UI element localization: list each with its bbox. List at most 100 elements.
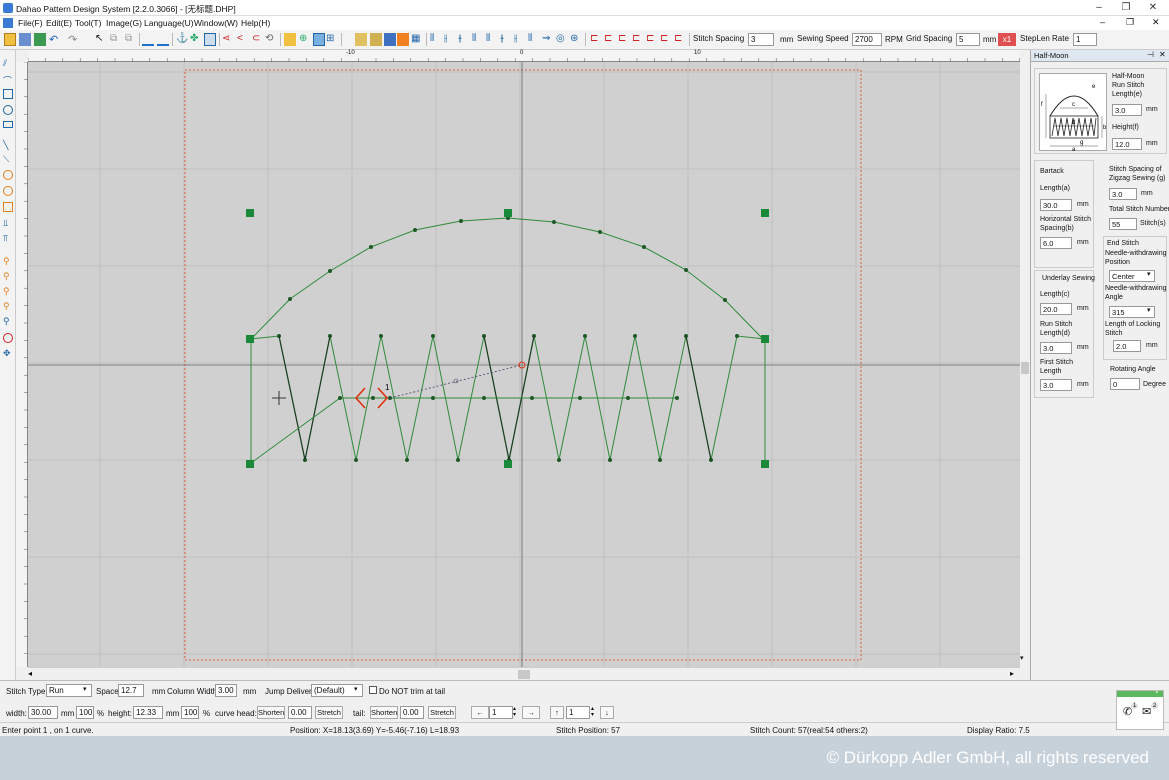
canvas-drawing[interactable]: 1 [28, 62, 1020, 667]
zoom-badge[interactable]: x1 [998, 33, 1016, 46]
panel-pin-icon[interactable]: ⊣ [1147, 50, 1154, 59]
circle-tool-icon[interactable] [3, 105, 13, 115]
zigzag-tool-icon[interactable]: ⟍ [3, 154, 13, 164]
save-icon[interactable] [19, 33, 31, 46]
height-input[interactable]: 12.33 [133, 706, 163, 719]
run-d-input[interactable]: 3.0 [1040, 342, 1072, 354]
cut-d-icon[interactable]: ⊏ [632, 33, 644, 46]
height-pct-input[interactable]: 100 [181, 706, 199, 719]
menu-file[interactable]: File(F) [18, 18, 43, 28]
cut-b-icon[interactable]: ⊏ [604, 33, 616, 46]
dropdown-arrow-icon[interactable]: ▾ [83, 685, 87, 693]
move-icon[interactable]: ✥ [3, 348, 13, 358]
horizontal-scrollbar[interactable]: ◂ ▸ [28, 667, 1020, 680]
square-tool-icon[interactable] [3, 89, 13, 99]
restore-icon[interactable]: ❐ [1113, 1, 1139, 15]
orange-rect-icon[interactable] [3, 202, 13, 212]
stitch-spacing-input[interactable]: 3 [748, 33, 774, 46]
total-stitch-input[interactable]: 55 [1109, 218, 1137, 230]
redo-icon[interactable]: ↷ [68, 33, 80, 46]
tool-h-icon[interactable] [397, 33, 409, 46]
grid-spacing-input[interactable]: 5 [956, 33, 980, 46]
cut-e-icon[interactable]: ⊏ [646, 33, 658, 46]
node-edit-icon[interactable]: ✤ [190, 33, 202, 46]
line-tool-icon[interactable] [142, 33, 154, 46]
target-icon[interactable]: ◎ [556, 33, 568, 46]
length-a-input[interactable]: 30.0 [1040, 199, 1072, 211]
hspacing-input[interactable]: 6.0 [1040, 237, 1072, 249]
cut-g-icon[interactable]: ⊏ [674, 33, 686, 46]
tool-g-icon[interactable] [384, 33, 396, 46]
rotate-icon[interactable]: ⟲ [265, 33, 277, 46]
orange-circle-2-icon[interactable] [3, 186, 13, 196]
pin-a-icon[interactable]: ⚲ [3, 256, 13, 266]
stitch-a-icon[interactable] [284, 33, 296, 46]
mdi-minimize-icon[interactable]: – [1100, 17, 1105, 27]
stitch-c-icon[interactable] [313, 33, 325, 46]
target-red-icon[interactable] [3, 333, 13, 343]
dropdown-arrow-icon[interactable]: ▾ [1147, 270, 1151, 278]
pin-e-icon[interactable]: ⚲ [3, 316, 13, 326]
curve-red-icon[interactable]: ⊂ [252, 33, 264, 46]
mail-icon[interactable]: ✉ [1142, 705, 1151, 718]
pin-d-icon[interactable]: ⚲ [3, 301, 13, 311]
zigzag-input[interactable]: 3.0 [1109, 188, 1137, 200]
hline-tool-icon[interactable] [157, 33, 169, 46]
cut-a-icon[interactable]: ⊏ [590, 33, 602, 46]
select-icon[interactable]: ↖ [95, 33, 107, 46]
back-red-icon[interactable]: < [237, 33, 249, 46]
head-stretch-button[interactable]: Stretch [315, 706, 343, 719]
tool-f-icon[interactable] [370, 33, 382, 46]
vscroll-thumb[interactable] [1021, 362, 1029, 374]
run-stitch-length-input[interactable]: 3.0 [1112, 104, 1142, 116]
panel-close-icon[interactable]: ✕ [1159, 50, 1166, 59]
steplen-input[interactable]: 1 [1073, 33, 1097, 46]
bars-icon[interactable]: ⫪ [3, 233, 13, 243]
grid-icon[interactable] [204, 33, 216, 46]
paste-icon[interactable]: ⧉ [125, 33, 137, 46]
stitch-d-icon[interactable]: ⊞ [326, 33, 338, 46]
tool-e-icon[interactable] [355, 33, 367, 46]
width-input[interactable]: 30.00 [28, 706, 58, 719]
close-icon[interactable]: ✕ [1140, 1, 1166, 15]
line-diag-icon[interactable]: ╲ [3, 140, 13, 150]
nav-right-button[interactable]: → [522, 706, 540, 719]
hscroll-thumb[interactable] [518, 670, 530, 679]
menu-image[interactable]: Image(G) [106, 18, 142, 28]
menu-edit[interactable]: Edit(E) [46, 18, 72, 28]
tool-i-icon[interactable]: ▦ [411, 33, 423, 46]
tail-value-input[interactable]: 0.00 [400, 706, 424, 719]
open-icon[interactable] [4, 33, 16, 46]
copy-icon[interactable]: ⧉ [110, 33, 122, 46]
menu-tool[interactable]: Tool(T) [75, 18, 101, 28]
align-a-icon[interactable]: ⫴ [430, 33, 442, 46]
column-width-input[interactable]: 3.00 [215, 684, 237, 697]
save-as-icon[interactable] [34, 33, 46, 46]
tail-shorten-button[interactable]: Shorten [370, 706, 398, 719]
scroll-down-icon[interactable]: ▾ [1020, 654, 1024, 662]
align-g-icon[interactable]: ⫲ [514, 33, 526, 46]
mdi-restore-icon[interactable]: ❐ [1126, 17, 1134, 28]
align-h-icon[interactable]: ⫴ [528, 33, 540, 46]
first-stitch-input[interactable]: 3.0 [1040, 379, 1072, 391]
notification-close-icon[interactable]: × [1155, 690, 1159, 696]
no-trim-checkbox[interactable] [369, 686, 377, 694]
align-e-icon[interactable]: ⫴ [486, 33, 498, 46]
menu-help[interactable]: Help(H) [241, 18, 270, 28]
nav-step2-input[interactable]: 1 [566, 706, 590, 719]
sewing-speed-input[interactable]: 2700 [852, 33, 882, 46]
design-canvas[interactable]: 1 [28, 62, 1020, 667]
head-shorten-button[interactable]: Shorten [257, 706, 285, 719]
spin-icon[interactable]: ▴ ▾ [591, 706, 594, 718]
scroll-right-icon[interactable]: ▸ [1010, 669, 1014, 678]
undo-icon[interactable]: ↶ [49, 33, 61, 46]
menu-window[interactable]: Window(W) [194, 18, 238, 28]
spin-icon[interactable]: ▴ ▾ [513, 706, 516, 718]
comb-icon[interactable]: ⫫ [3, 218, 13, 228]
stitch-path-icon[interactable]: ⇝ [542, 33, 554, 46]
pin-c-icon[interactable]: ⚲ [3, 286, 13, 296]
orange-circle-icon[interactable] [3, 170, 13, 180]
align-b-icon[interactable]: ⫲ [444, 33, 456, 46]
align-f-icon[interactable]: ⫳ [500, 33, 512, 46]
menu-language[interactable]: Language(U) [144, 18, 194, 28]
